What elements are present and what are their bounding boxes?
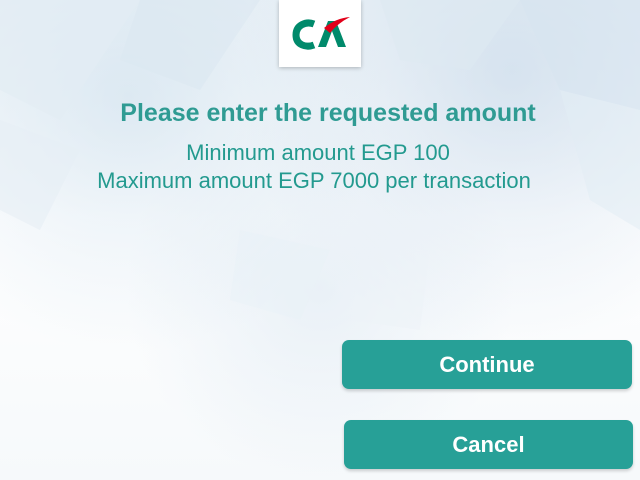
minimum-amount-text: Minimum amount EGP 100 bbox=[186, 140, 450, 165]
background bbox=[0, 0, 640, 480]
maximum-amount-text: Maximum amount EGP 7000 per transaction bbox=[97, 168, 531, 193]
bank-logo bbox=[279, 0, 361, 67]
cancel-button[interactable]: Cancel bbox=[344, 420, 633, 469]
background-pattern bbox=[0, 0, 640, 330]
page-title: Please enter the requested amount bbox=[120, 99, 536, 127]
continue-button[interactable]: Continue bbox=[342, 340, 632, 389]
credit-agricole-logo-icon bbox=[292, 16, 350, 50]
